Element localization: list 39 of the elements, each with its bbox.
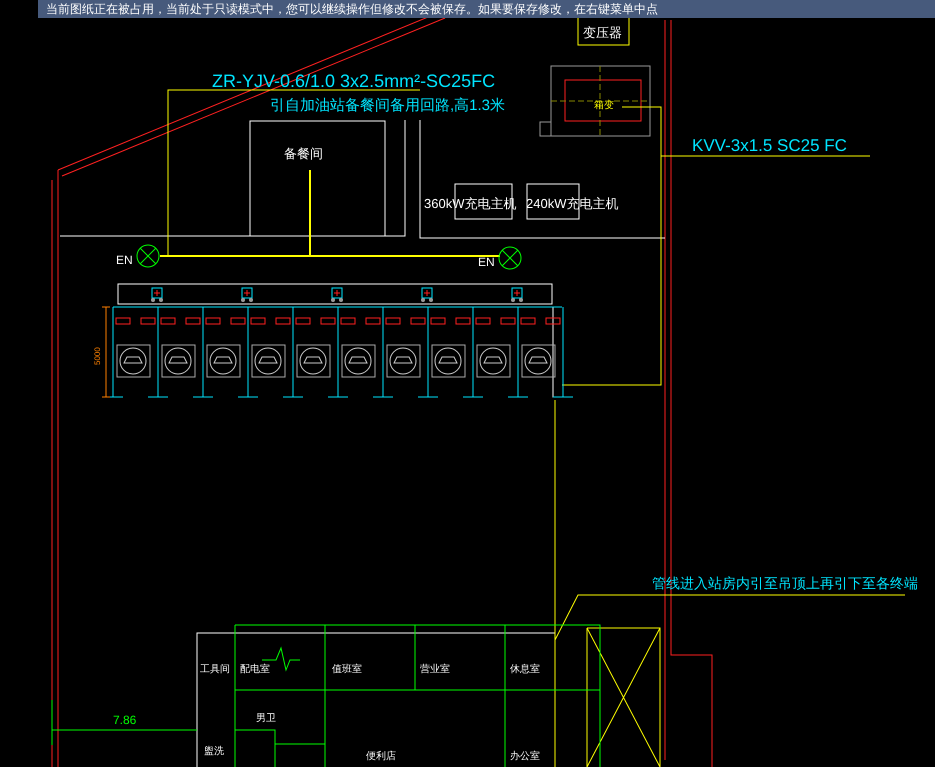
drawing-label: KVV-3x1.5 SC25 FC xyxy=(692,136,847,155)
drawing-label: 箱变 xyxy=(594,100,614,111)
charger-icon xyxy=(151,288,163,302)
ev-parking-icon xyxy=(206,344,240,378)
light-fixture-icon xyxy=(136,244,160,268)
drawing-label: EN xyxy=(116,253,133,267)
charger-host-outline xyxy=(526,184,580,220)
drawing-label: 备餐间 xyxy=(284,146,323,161)
drawing-label: 盥洗 xyxy=(204,746,224,757)
drawing-label: 值班室 xyxy=(332,664,362,675)
drawing-label: 240kW充电主机 xyxy=(526,196,618,211)
drawing-label: EN xyxy=(478,255,495,269)
ev-parking-icon xyxy=(476,344,510,378)
drawing-label: 引自加油站备餐间备用回路,高1.3米 xyxy=(270,97,506,114)
charger-icon xyxy=(421,288,433,302)
read-only-banner: 当前图纸正在被占用，当前处于只读模式中，您可以继续操作但修改不会被保存。如果要保存修改，在右键菜单中点 xyxy=(38,0,935,18)
charger-icon xyxy=(241,288,253,302)
ev-parking-icon xyxy=(296,344,330,378)
drawing-label: 休息室 xyxy=(510,664,540,675)
charger-icon xyxy=(511,288,523,302)
drawing-label: 变压器 xyxy=(583,25,622,40)
charger-icon xyxy=(331,288,343,302)
ev-parking-icon xyxy=(252,344,286,378)
ev-parking-icon xyxy=(342,344,376,378)
ev-parking-icon xyxy=(162,344,196,378)
breaker-symbol-icon xyxy=(262,646,300,672)
drawing-label: 5000 xyxy=(93,347,102,365)
ev-parking-icon xyxy=(386,344,420,378)
ev-parking-icon xyxy=(432,344,466,378)
drawing-label: 7.86 xyxy=(113,713,136,727)
drawing-label: 便利店 xyxy=(366,751,396,762)
drawing-label: 配电室 xyxy=(240,664,270,675)
light-fixture-icon xyxy=(498,246,522,270)
drawing-label: 办公室 xyxy=(510,751,540,762)
ev-parking-icon xyxy=(116,344,150,378)
drawing-label: 营业室 xyxy=(420,664,450,675)
drawing-label: 男卫 xyxy=(256,713,276,724)
ev-parking-icon xyxy=(522,344,556,378)
drawing-label: 工具间 xyxy=(200,664,230,675)
